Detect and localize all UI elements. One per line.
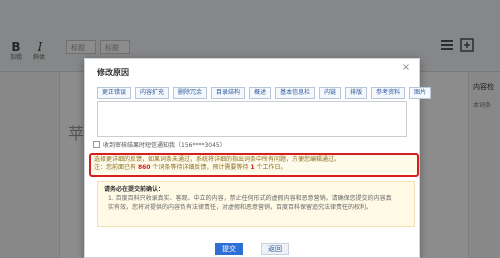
pending-count: 860 bbox=[137, 164, 151, 171]
submit-button[interactable]: 提交 bbox=[215, 243, 243, 255]
tag-layout[interactable]: 排版 bbox=[345, 87, 368, 99]
sms-notify-label: 收到审核结果时短信通知我（156****3045） bbox=[103, 141, 226, 149]
close-icon[interactable]: × bbox=[401, 63, 411, 73]
tag-internal-link[interactable]: 内链 bbox=[319, 87, 342, 99]
dialog-title: 修改原因 bbox=[97, 68, 129, 77]
tag-references[interactable]: 参考资料 bbox=[371, 87, 406, 99]
tag-infobox[interactable]: 基本信息栏 bbox=[275, 87, 316, 99]
tag-toc-structure[interactable]: 目录结构 bbox=[211, 87, 246, 99]
edit-reason-dialog: 修改原因 × 更正错误 内容扩充 删除冗余 目录结构 概述 基本信息栏 内链 排… bbox=[84, 58, 432, 258]
tag-remove-redundancy[interactable]: 删除冗余 bbox=[173, 87, 208, 99]
warning-title: 请务必在提交前确认： bbox=[104, 186, 165, 193]
tag-expand-content[interactable]: 内容扩充 bbox=[135, 87, 170, 99]
submit-warning: 请务必在提交前确认： 1. 百度百科只收录真实、客观、中立的内容，禁止任何形式的… bbox=[97, 181, 415, 227]
reason-textarea[interactable] bbox=[97, 101, 407, 137]
sms-notify-row[interactable]: 收到审核结果时短信通知我（156****3045） bbox=[93, 139, 226, 149]
detailed-feedback-notice: 选择更详细的反馈，如果词条未通过，系统将详细的指出词条中所有问题，方便您编辑通过… bbox=[89, 153, 419, 177]
notice-line-1: 选择更详细的反馈，如果词条未通过，系统将详细的指出词条中所有问题，方便您编辑通过… bbox=[94, 156, 341, 163]
warning-line-1: 1. 百度百科只收录真实、客观、中立的内容，禁止任何形式的虚假内容和恶意营销。请… bbox=[108, 195, 392, 202]
tag-images[interactable]: 图片 bbox=[409, 87, 432, 99]
tag-summary[interactable]: 概述 bbox=[249, 87, 272, 99]
sms-notify-checkbox[interactable] bbox=[93, 140, 100, 148]
tag-correct-error[interactable]: 更正错误 bbox=[97, 87, 132, 99]
reason-tags: 更正错误 内容扩充 删除冗余 目录结构 概述 基本信息栏 内链 排版 参考资料 … bbox=[97, 87, 432, 99]
notice-line-2: 注：您前面已有 860 个词条等待详细反馈，预计需要等待 1 个工作日。 bbox=[94, 164, 287, 171]
wait-days: 1 bbox=[250, 164, 255, 171]
warning-line-2: 实有效，您将对提供的内容负有法律责任，对虚假和恶意营销，百度百科保留追究法律责任… bbox=[108, 204, 373, 211]
back-button[interactable]: 返回 bbox=[261, 243, 289, 255]
